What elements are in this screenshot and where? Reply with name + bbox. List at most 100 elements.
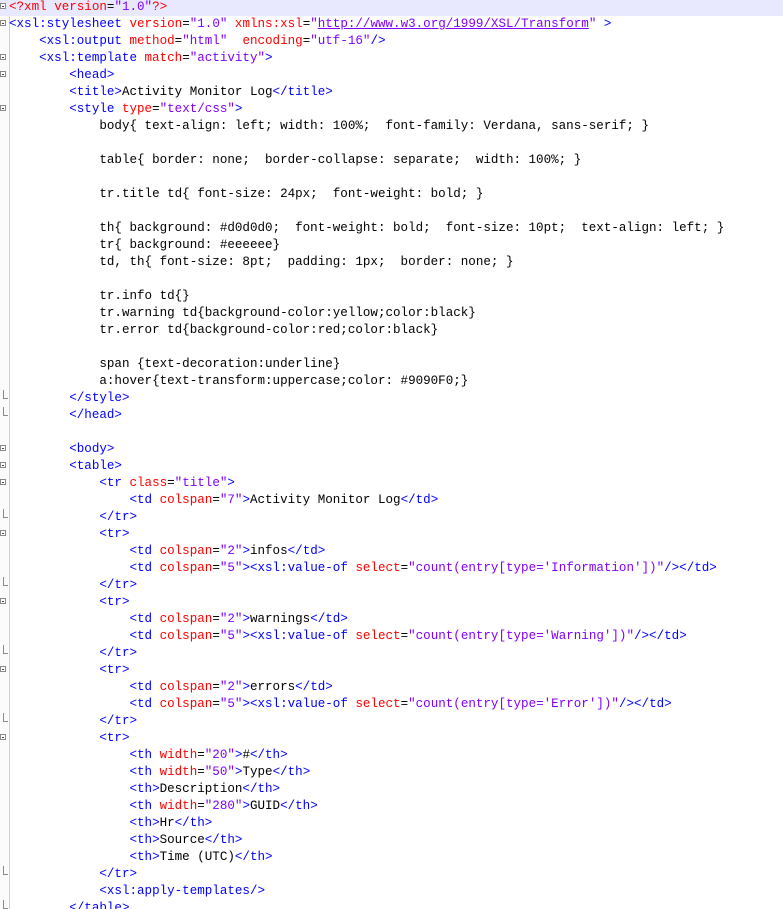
fold-collapse-icon[interactable] xyxy=(0,462,6,468)
code-line[interactable]: </head> xyxy=(0,407,783,424)
code-line[interactable]: </tr> xyxy=(0,866,783,883)
code-line[interactable]: <head> xyxy=(0,67,783,84)
code-token: = xyxy=(152,102,160,116)
code-line[interactable]: <td colspan="5"><xsl:value-of select="co… xyxy=(0,628,783,645)
code-line[interactable]: <th>Hr</th> xyxy=(0,815,783,832)
fold-collapse-icon[interactable] xyxy=(0,598,6,604)
code-line[interactable]: <td colspan="7">Activity Monitor Log</td… xyxy=(0,492,783,509)
code-line[interactable]: <?xml version="1.0"?> xyxy=(0,0,783,16)
fold-collapse-icon[interactable] xyxy=(0,666,6,672)
code-line[interactable]: <td colspan="5"><xsl:value-of select="co… xyxy=(0,696,783,713)
code-token: "html" xyxy=(182,34,243,48)
code-line[interactable]: tr.info td{} xyxy=(0,288,783,305)
code-token: encoding xyxy=(242,34,303,48)
code-line[interactable]: <th>Time (UTC)</th> xyxy=(0,849,783,866)
line-text: <head> xyxy=(9,67,114,84)
code-line[interactable]: body{ text-align: left; width: 100%; fon… xyxy=(0,118,783,135)
code-line[interactable]: </style> xyxy=(0,390,783,407)
code-line[interactable]: <th width="20">#</th> xyxy=(0,747,783,764)
code-line[interactable]: <tr> xyxy=(0,526,783,543)
code-line[interactable]: tr.warning td{background-color:yellow;co… xyxy=(0,305,783,322)
code-token: > xyxy=(265,850,273,864)
fold-collapse-icon[interactable] xyxy=(0,71,6,77)
code-line[interactable]: th{ background: #d0d0d0; font-weight: bo… xyxy=(0,220,783,237)
code-token: < xyxy=(129,697,137,711)
line-text: <td colspan="7">Activity Monitor Log</td… xyxy=(9,492,438,509)
code-area[interactable]: <?xml version="1.0"?> <xsl:stylesheet ver… xyxy=(0,0,783,909)
code-line[interactable] xyxy=(0,271,783,288)
fold-end-icon xyxy=(3,407,8,416)
code-token: </ xyxy=(99,714,115,728)
code-line[interactable]: <th width="280">GUID</th> xyxy=(0,798,783,815)
code-token: method xyxy=(129,34,175,48)
code-token: > xyxy=(129,646,138,660)
code-token: tr xyxy=(106,731,122,745)
code-line[interactable]: <xsl:output method="html" encoding="utf-… xyxy=(0,33,783,50)
code-token: head xyxy=(84,408,115,422)
code-line[interactable]: tr.title td{ font-size: 24px; font-weigh… xyxy=(0,186,783,203)
code-line[interactable]: <td colspan="2">errors</td> xyxy=(0,679,783,696)
fold-collapse-icon[interactable] xyxy=(0,3,6,9)
fold-collapse-icon[interactable] xyxy=(0,530,6,536)
code-line[interactable] xyxy=(0,424,783,441)
fold-collapse-icon[interactable] xyxy=(0,20,6,26)
code-token: td xyxy=(137,697,160,711)
code-line[interactable]: </table> xyxy=(0,900,783,909)
code-line[interactable]: </tr> xyxy=(0,509,783,526)
fold-collapse-icon[interactable] xyxy=(0,479,6,485)
code-line[interactable]: <body> xyxy=(0,441,783,458)
code-line[interactable] xyxy=(0,135,783,152)
code-token: > xyxy=(325,680,333,694)
code-token: tr xyxy=(106,476,130,490)
code-line[interactable] xyxy=(0,169,783,186)
fold-collapse-icon[interactable] xyxy=(0,445,6,451)
code-token: tr xyxy=(114,646,130,660)
code-token: = xyxy=(197,748,205,762)
code-token: th xyxy=(137,816,153,830)
code-line[interactable]: tr{ background: #eeeeee} xyxy=(0,237,783,254)
code-line[interactable]: td, th{ font-size: 8pt; padding: 1px; bo… xyxy=(0,254,783,271)
code-line[interactable]: <table> xyxy=(0,458,783,475)
code-line[interactable]: </tr> xyxy=(0,713,783,730)
code-token: < xyxy=(129,833,137,847)
code-token: span {text-decoration:underline} xyxy=(99,357,341,371)
code-line[interactable]: <tr> xyxy=(0,594,783,611)
code-line[interactable]: span {text-decoration:underline} xyxy=(0,356,783,373)
code-line[interactable]: <xsl:apply-templates/> xyxy=(0,883,783,900)
code-line[interactable]: </tr> xyxy=(0,577,783,594)
code-line[interactable]: table{ border: none; border-collapse: se… xyxy=(0,152,783,169)
code-line[interactable]: tr.error td{background-color:red;color:b… xyxy=(0,322,783,339)
code-line[interactable]: <th width="50">Type</th> xyxy=(0,764,783,781)
line-text: <tr> xyxy=(9,526,129,543)
line-text: <th>Source</th> xyxy=(9,832,242,849)
code-line[interactable]: <xsl:template match="activity"> xyxy=(0,50,783,67)
code-token: > xyxy=(242,493,250,507)
code-line[interactable] xyxy=(0,203,783,220)
code-line[interactable]: a:hover{text-transform:uppercase;color: … xyxy=(0,373,783,390)
fold-collapse-icon[interactable] xyxy=(0,105,6,111)
fold-collapse-icon[interactable] xyxy=(0,54,6,60)
code-line[interactable]: <th>Source</th> xyxy=(0,832,783,849)
code-line[interactable]: <td colspan="2">infos</td> xyxy=(0,543,783,560)
code-line[interactable]: <tr> xyxy=(0,662,783,679)
code-line[interactable]: </tr> xyxy=(0,645,783,662)
fold-collapse-icon[interactable] xyxy=(0,734,6,740)
code-editor[interactable]: <?xml version="1.0"?> <xsl:stylesheet ver… xyxy=(0,0,783,909)
code-token: > xyxy=(272,782,281,796)
code-token: tr xyxy=(114,578,130,592)
code-token: tr.warning td{background-color:yellow;co… xyxy=(99,306,476,320)
code-line[interactable]: <tr class="title"> xyxy=(0,475,783,492)
code-line[interactable]: <td colspan="5"><xsl:value-of select="co… xyxy=(0,560,783,577)
code-line[interactable]: <title>Activity Monitor Log</title> xyxy=(0,84,783,101)
code-token: table xyxy=(84,901,122,909)
code-token: tr xyxy=(106,595,122,609)
code-token: < xyxy=(129,680,137,694)
code-token: </ xyxy=(99,510,115,524)
code-line[interactable]: <td colspan="2">warnings</td> xyxy=(0,611,783,628)
code-line[interactable]: <xsl:stylesheet version="1.0" xmlns:xsl=… xyxy=(0,16,783,33)
code-line[interactable]: <th>Description</th> xyxy=(0,781,783,798)
code-line[interactable]: <style type="text/css"> xyxy=(0,101,783,118)
code-line[interactable]: <tr> xyxy=(0,730,783,747)
code-line[interactable] xyxy=(0,339,783,356)
code-token: "text/css" xyxy=(159,102,235,116)
